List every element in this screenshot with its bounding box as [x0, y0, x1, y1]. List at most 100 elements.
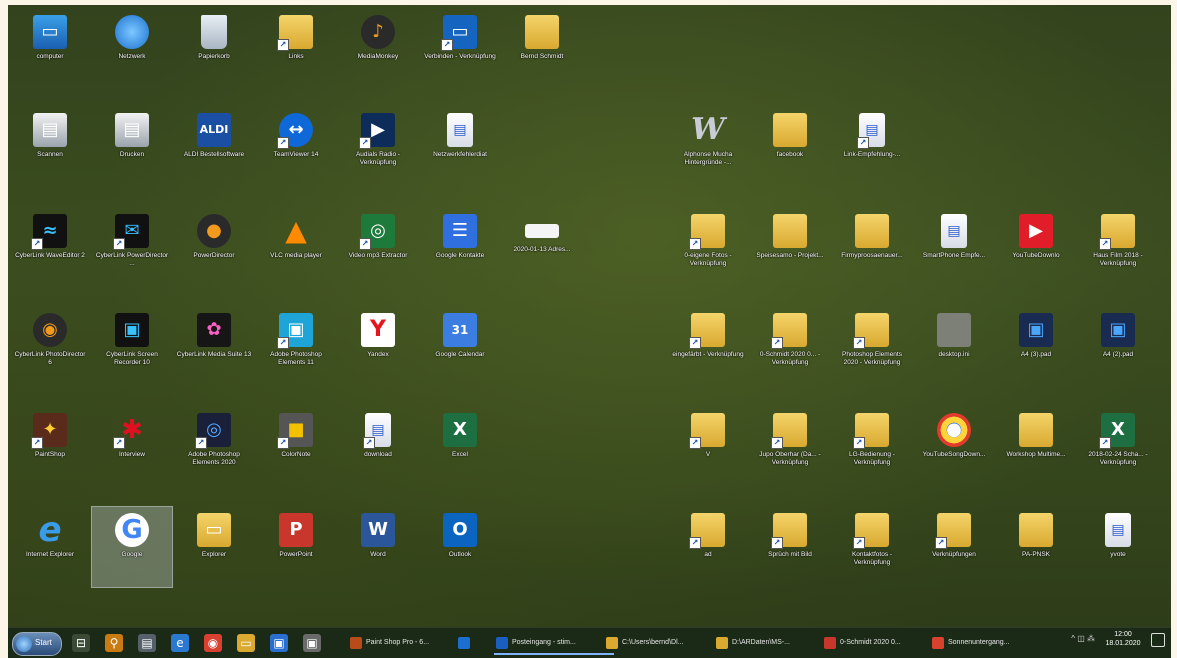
app-icon[interactable]: ▣ [303, 634, 321, 652]
desktop-icon-label: ALDI Bestellsoftware [183, 151, 245, 158]
taskbar-task-5[interactable]: 0-Schmidt 2020 0... [822, 633, 940, 653]
desktop-icon-interview[interactable]: ✱ ↗ Interview [92, 407, 172, 487]
task-app-icon [824, 637, 836, 649]
desktop-icon-papierkorb[interactable]: Papierkorb [174, 9, 254, 89]
desktop-icon-explorer[interactable]: ▭ Explorer [174, 507, 254, 587]
start-button[interactable]: Start [12, 632, 62, 656]
desktop-icon-spr-ch-mit-bild[interactable]: ↗ Sprüch mit Bild [750, 507, 830, 587]
desktop-icon-yvote[interactable]: ▤ yvote [1078, 507, 1158, 587]
desktop-icon-teamviewer-14[interactable]: ↔ ↗ TeamViewer 14 [256, 107, 336, 187]
desktop-icon-cyberlink-photodirector-6[interactable]: ◉ CyberLink PhotoDirector 6 [10, 307, 90, 387]
desktop-icon-speisesamo-projekt[interactable]: Speisesamo - Projekt... [750, 208, 830, 288]
desktop-icon-outlook[interactable]: O Outlook [420, 507, 500, 587]
desktop-icon-a4-2-pad[interactable]: ▣ A4 (2).pad [1078, 307, 1158, 387]
desktop-icon-0-eigene-fotos-verkn-pfung[interactable]: ↗ 0-eigene Fotos - Verknüpfung [668, 208, 748, 288]
desktop-icon-pa-pnsk[interactable]: PA-PNSK [996, 507, 1076, 587]
desktop-icon-workshop-multime[interactable]: Workshop Multime... [996, 407, 1076, 487]
taskbar-task-0[interactable]: Paint Shop Pro - 6... [348, 633, 466, 653]
desktop-icon-label: Netzwerkfehlerdiat [433, 151, 487, 158]
desktop-icon-paintshop[interactable]: ✦ ↗ PaintShop [10, 407, 90, 487]
desktop-icon-adobe-photoshop-elements-2020[interactable]: ◎ ↗ Adobe Photoshop Elements 2020 [174, 407, 254, 487]
mediamonkey-icon: ♪ [361, 15, 395, 49]
desktop-icon-cyberlink-media-suite-13[interactable]: ✿ CyberLink Media Suite 13 [174, 307, 254, 387]
desktop-icon-audials-radio-verkn-pfung[interactable]: ▶ ↗ Audials Radio - Verknüpfung [338, 107, 418, 187]
search-icon[interactable]: ⚲ [105, 634, 123, 652]
desktop-icon-word[interactable]: W Word [338, 507, 418, 587]
start-label: Start [35, 638, 52, 647]
desktop-icon-photoshop-elements-2020-verkn-pfung[interactable]: ↗ Photoshop Elements 2020 - Verknüpfung [832, 307, 912, 387]
desktop-icon-download[interactable]: ▤ ↗ download [338, 407, 418, 487]
printer-icon[interactable]: ▤ [138, 634, 156, 652]
store-icon[interactable]: ▣ [270, 634, 288, 652]
desktop-icon-label: Adobe Photoshop Elements 11 [270, 351, 322, 366]
desktop-icon-label: VLC media player [270, 252, 322, 259]
desktop-icon-label: MediaMonkey [357, 53, 399, 60]
desktop-icon-alphonse-mucha-hintergr-nde[interactable]: W Alphonse Mucha Hintergründe -... [668, 107, 748, 187]
desktop-icon-label: 2020-01-13 Adres... [513, 246, 571, 253]
desktop-icon-firmyproosaenauer[interactable]: Firmyproosaenauer... [832, 208, 912, 288]
desktop-icon-cyberlink-waveeditor-2[interactable]: ≈ ↗ CyberLink WaveEditor 2 [10, 208, 90, 288]
desktop-icon-powerdirector[interactable]: ● PowerDirector [174, 208, 254, 288]
desktop-icon-netzwerkfehlerdiat[interactable]: ▤ Netzwerkfehlerdiat [420, 107, 500, 187]
desktop-icon-drucken[interactable]: ▤ Drucken [92, 107, 172, 187]
desktop-icon-adobe-photoshop-elements-11[interactable]: ▣ ↗ Adobe Photoshop Elements 11 [256, 307, 336, 387]
desktop-icon-0-schmidt-2020-0-verkn-pfung[interactable]: ↗ 0-Schmidt 2020 0... - Verknüpfung [750, 307, 830, 387]
desktop-icon-powerpoint[interactable]: P PowerPoint [256, 507, 336, 587]
taskbar-task-2[interactable]: Posteingang - stim... [494, 633, 614, 655]
desktop-icon-facebook[interactable]: facebook [750, 107, 830, 187]
desktop-icon-colornote[interactable]: ■ ↗ ColorNote [256, 407, 336, 487]
desktop-icon-excel[interactable]: X Excel [420, 407, 500, 487]
desktop-icon-cyberlink-powerdirector[interactable]: ✉ ↗ CyberLink PowerDirector ... [92, 208, 172, 288]
taskbar-task-6[interactable]: Sonnenuntergang... [930, 633, 1048, 653]
desktop-icon-links[interactable]: ↗ Links [256, 9, 336, 89]
desktop-icon-google-calendar[interactable]: 31 Google Calendar [420, 307, 500, 387]
desktop-icon-vlc-media-player[interactable]: ▲ VLC media player [256, 208, 336, 288]
folder-icon[interactable]: ▭ [237, 634, 255, 652]
notification-center-icon[interactable] [1151, 633, 1165, 647]
desktop-icon-computer[interactable]: ▭ computer [10, 9, 90, 89]
desktop-icon-link-empfehlung[interactable]: ▤ ↗ Link-Empfehlung-... [832, 107, 912, 187]
photoshop-elements-2020-verkn-pfung-icon: ↗ [853, 313, 889, 349]
desktop-icon-mediamonkey[interactable]: ♪ MediaMonkey [338, 9, 418, 89]
desktop-icon-2020-01-13-adres[interactable]: 2020-01-13 Adres... [502, 208, 582, 288]
task-label: D:\ARDaten\MS-... [732, 639, 790, 646]
desktop-icon-bernd-schmidt[interactable]: Bernd Schmidt [502, 9, 582, 89]
desktop-icon-aldi-bestellsoftware[interactable]: ALDI ALDI Bestellsoftware [174, 107, 254, 187]
desktop-icon-lg-bedienung-verkn-pfung[interactable]: ↗ LG-Bedienung - Verknüpfung [832, 407, 912, 487]
desktop-icon-google[interactable]: G Google [91, 506, 173, 588]
video-mp3-extractor-icon: ◎ ↗ [359, 214, 395, 250]
shortcut-arrow-icon: ↗ [359, 238, 371, 250]
taskbar-task-4[interactable]: D:\ARDaten\MS-... [714, 633, 832, 653]
desktop-icon-v[interactable]: ↗ V [668, 407, 748, 487]
chrome-icon[interactable]: ◉ [204, 634, 222, 652]
desktop-icon-netzwerk[interactable]: Netzwerk [92, 9, 172, 89]
desktop-icon-haus-film-2018-verkn-pfung[interactable]: ↗ Haus Film 2018 - Verknüpfung [1078, 208, 1158, 288]
taskbar-task-3[interactable]: C:\Users\bernd\Dl... [604, 633, 724, 653]
desktop-icon-youtubedownlo[interactable]: ▶ YouTubeDownlo [996, 208, 1076, 288]
desktop-icon-video-mp3-extractor[interactable]: ◎ ↗ Video mp3 Extractor [338, 208, 418, 288]
desktop-icon-eingef-rbt-verkn-pfung[interactable]: ↗ eingefärbt - Verknüpfung [668, 307, 748, 387]
desktop-icon-youtubesongdown[interactable]: ● YouTubeSongDown... [914, 407, 994, 487]
desktop-icon-cyberlink-screen-recorder-10[interactable]: ▣ CyberLink Screen Recorder 10 [92, 307, 172, 387]
computer-icon: ▭ [33, 15, 67, 49]
desktop-icon-jupo-oberhar-da-verkn-pfung[interactable]: ↗ Jupo Oberhar (Da... - Verknüpfung [750, 407, 830, 487]
desktop-icon-scannen[interactable]: ▤ Scannen [10, 107, 90, 187]
desktop-icon-ad[interactable]: ↗ ad [668, 507, 748, 587]
desktop-icon-smartphone-empfe[interactable]: ▤ SmartPhone Empfe... [914, 208, 994, 288]
desktop-icon-google-kontakte[interactable]: ☰ Google Kontakte [420, 208, 500, 288]
desktop-icon-label: CyberLink PowerDirector ... [95, 252, 169, 267]
desktop-icon-desktop-ini[interactable]: desktop.ini [914, 307, 994, 387]
shortcut-arrow-icon: ↗ [853, 437, 865, 449]
internet-explorer-icon[interactable]: e [171, 634, 189, 652]
desktop-icon-2018-02-24-scha-verkn-pfung[interactable]: X ↗ 2018-02-24 Scha... - Verknüpfung [1078, 407, 1158, 487]
task-view-icon[interactable]: ⊟ [72, 634, 90, 652]
desktop-icon-verkn-pfungen[interactable]: ↗ Verknüpfungen [914, 507, 994, 587]
clock[interactable]: 12:00 18.01.2020 [1103, 630, 1143, 648]
desktop-icon-kontaktfotos-verkn-pfung[interactable]: ↗ Kontaktfotos - Verknüpfung [832, 507, 912, 587]
desktop-icon-internet-explorer[interactable]: e Internet Explorer [10, 507, 90, 587]
desktop-icon-yandex[interactable]: Y Yandex [338, 307, 418, 387]
desktop-icon-verbinden-verkn-pfung[interactable]: ▭ ↗ Verbinden - Verknüpfung [420, 9, 500, 89]
desktop-icon-label: eingefärbt - Verknüpfung [672, 351, 744, 358]
desktop-icon-a4-3-pad[interactable]: ▣ A4 (3).pad [996, 307, 1076, 387]
system-tray-icons[interactable]: ^ ◫ ⁂ [1071, 634, 1095, 643]
